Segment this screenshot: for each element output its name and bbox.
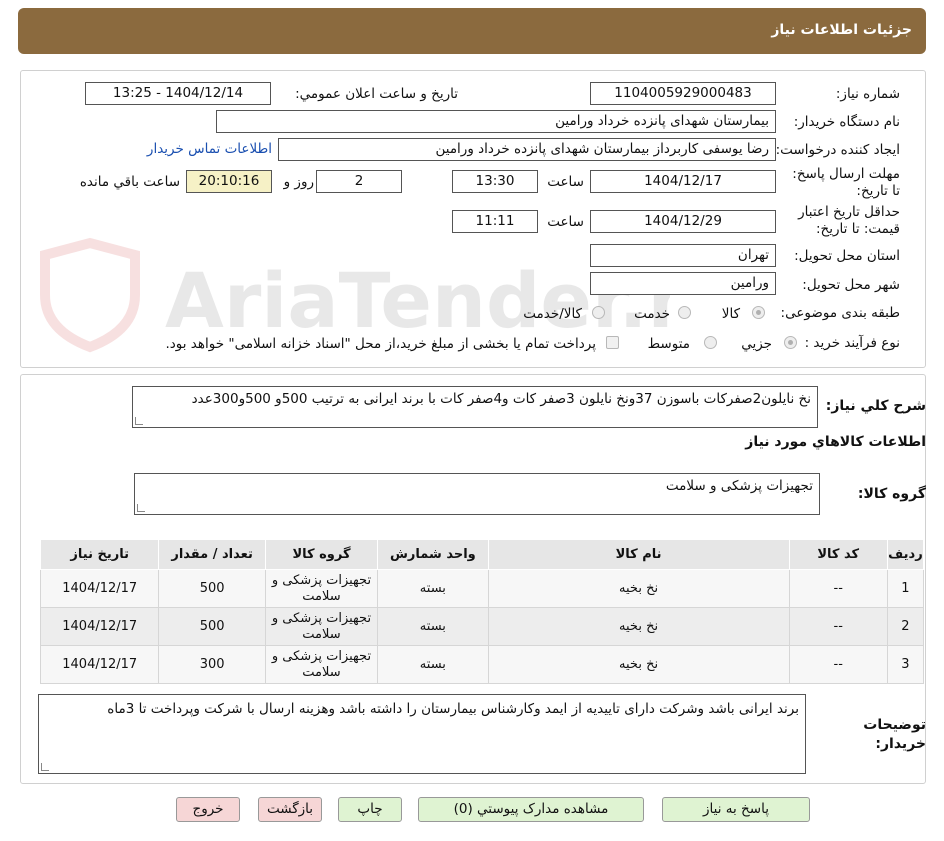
reply-deadline-label: مهلت ارسال پاسخ: تا تاریخ:	[792, 166, 900, 199]
print-button[interactable]: چاپ	[338, 797, 402, 822]
province-field[interactable]: تهران	[590, 244, 776, 267]
col-name-header: نام کالا	[487, 539, 790, 570]
cell-qty: 500	[158, 569, 266, 608]
cell-unit: بسته	[377, 645, 489, 684]
validity-date-field[interactable]: 1404/12/29	[590, 210, 776, 233]
announce-label: تاریخ و ساعت اعلان عمومي:	[295, 86, 458, 102]
table-row[interactable]: 3 -- نخ بخیه بسته تجهیزات پزشکی و سلامت …	[39, 645, 925, 684]
summary-textarea[interactable]: نخ نایلون2صفرکات باسوزن 37ونخ نایلون 3صف…	[132, 386, 818, 428]
cell-unit: بسته	[377, 569, 489, 608]
col-qty-header: تعداد / مقدار	[158, 539, 266, 570]
creator-label: ایجاد کننده درخواست:	[775, 142, 900, 158]
buyer-notes-textarea[interactable]: برند ایرانی باشد وشرکت دارای تاییدیه از …	[38, 694, 806, 774]
reply-time-label: ساعت	[547, 174, 584, 190]
city-label: شهر محل تحویل:	[802, 277, 900, 293]
table-row[interactable]: 2 -- نخ بخیه بسته تجهیزات پزشکی و سلامت …	[39, 607, 925, 646]
cell-row: 2	[886, 607, 925, 646]
cell-group: تجهیزات پزشکی و سلامت	[264, 607, 379, 646]
buyer-notes-label: توضیحات خریدار:	[863, 717, 926, 752]
goods-group-text: تجهیزات پزشکی و سلامت	[665, 478, 813, 494]
goods-group-label: گروه کالا:	[857, 486, 926, 502]
exit-button[interactable]: خروج	[176, 797, 240, 822]
process-label: نوع فرآیند خرید :	[804, 335, 900, 351]
cell-row: 1	[886, 569, 925, 608]
buyer-org-label: نام دستگاه خریدار:	[793, 114, 900, 130]
cell-date: 1404/12/17	[39, 645, 160, 684]
reply-time-field[interactable]: 13:30	[452, 170, 538, 193]
remaining-label: ساعت باقي مانده	[79, 174, 180, 190]
cell-code: --	[788, 569, 888, 608]
category-radio-goods[interactable]	[752, 306, 765, 319]
remaining-time-field: 20:10:16	[186, 170, 272, 193]
goods-group-textarea[interactable]: تجهیزات پزشکی و سلامت	[134, 473, 820, 515]
days-label: روز و	[283, 174, 314, 190]
table-header-row: ردیف کد کالا نام کالا واحد شمارش گروه کا…	[39, 539, 925, 570]
treasury-checkbox[interactable]	[606, 336, 619, 349]
cell-name: نخ بخیه	[487, 569, 790, 608]
cell-group: تجهیزات پزشکی و سلامت	[264, 645, 379, 684]
category-option-goods-service: کالا/خدمت	[523, 306, 582, 322]
goods-section-title: اطلاعات کالاهاي مورد نیاز	[745, 434, 926, 450]
resize-grip-icon[interactable]	[135, 417, 143, 425]
buyer-notes-text: برند ایرانی باشد وشرکت دارای تاییدیه از …	[107, 701, 799, 717]
table-row[interactable]: 1 -- نخ بخیه بسته تجهیزات پزشکی و سلامت …	[39, 569, 925, 608]
process-option-medium: متوسط	[647, 336, 690, 352]
need-number-field[interactable]: 1104005929000483	[590, 82, 776, 105]
page-header: جزئیات اطلاعات نیاز	[18, 8, 926, 54]
process-option-minor: جزیي	[741, 336, 772, 352]
category-radio-goods-service[interactable]	[592, 306, 605, 319]
col-date-header: تاریخ نیاز	[39, 539, 160, 570]
treasury-note: پرداخت تمام یا بخشی از مبلغ خرید،از محل …	[165, 336, 596, 352]
col-unit-header: واحد شمارش	[377, 539, 489, 570]
reply-date-field[interactable]: 1404/12/17	[590, 170, 776, 193]
cell-date: 1404/12/17	[39, 569, 160, 608]
goods-table: ردیف کد کالا نام کالا واحد شمارش گروه کا…	[39, 539, 925, 684]
resize-grip-icon[interactable]	[41, 763, 49, 771]
validity-time-label: ساعت	[547, 214, 584, 230]
category-radio-service[interactable]	[678, 306, 691, 319]
back-button[interactable]: بازگشت	[258, 797, 322, 822]
category-option-service: خدمت	[634, 306, 670, 322]
buyer-contact-link[interactable]: اطلاعات تماس خریدار	[147, 141, 272, 157]
category-label: طبقه بندی موضوعی:	[780, 305, 900, 321]
city-field[interactable]: ورامین	[590, 272, 776, 295]
cell-unit: بسته	[377, 607, 489, 646]
cell-row: 3	[886, 645, 925, 684]
reply-days-field[interactable]: 2	[316, 170, 402, 193]
need-number-label: شماره نیاز:	[835, 86, 900, 102]
validity-time-field[interactable]: 11:11	[452, 210, 538, 233]
announce-field[interactable]: 1404/12/14 - 13:25	[85, 82, 271, 105]
cell-code: --	[788, 645, 888, 684]
col-row-header: ردیف	[886, 539, 925, 570]
cell-group: تجهیزات پزشکی و سلامت	[264, 569, 379, 608]
cell-qty: 300	[158, 645, 266, 684]
summary-label: شرح کلي نیاز:	[825, 398, 926, 414]
cell-name: نخ بخیه	[487, 607, 790, 646]
price-validity-label: حداقل تاریخ اعتبار قیمت: تا تاریخ:	[798, 204, 900, 237]
resize-grip-icon[interactable]	[137, 504, 145, 512]
cell-qty: 500	[158, 607, 266, 646]
creator-field[interactable]: رضا یوسفی کاربرداز بیمارستان شهدای پانزد…	[278, 138, 776, 161]
buyer-org-field[interactable]: بیمارستان شهدای پانزده خرداد ورامین	[216, 110, 776, 133]
cell-date: 1404/12/17	[39, 607, 160, 646]
category-option-goods: کالا	[721, 306, 740, 322]
process-radio-medium[interactable]	[704, 336, 717, 349]
view-attachments-button[interactable]: مشاهده مدارک پیوستي (0)	[418, 797, 644, 822]
page-title: جزئیات اطلاعات نیاز	[771, 22, 912, 38]
cell-name: نخ بخیه	[487, 645, 790, 684]
reply-button[interactable]: پاسخ به نیاز	[662, 797, 810, 822]
col-group-header: گروه کالا	[264, 539, 379, 570]
province-label: استان محل تحویل:	[794, 248, 900, 264]
summary-text: نخ نایلون2صفرکات باسوزن 37ونخ نایلون 3صف…	[191, 391, 811, 407]
process-radio-minor[interactable]	[784, 336, 797, 349]
col-code-header: کد کالا	[788, 539, 888, 570]
cell-code: --	[788, 607, 888, 646]
